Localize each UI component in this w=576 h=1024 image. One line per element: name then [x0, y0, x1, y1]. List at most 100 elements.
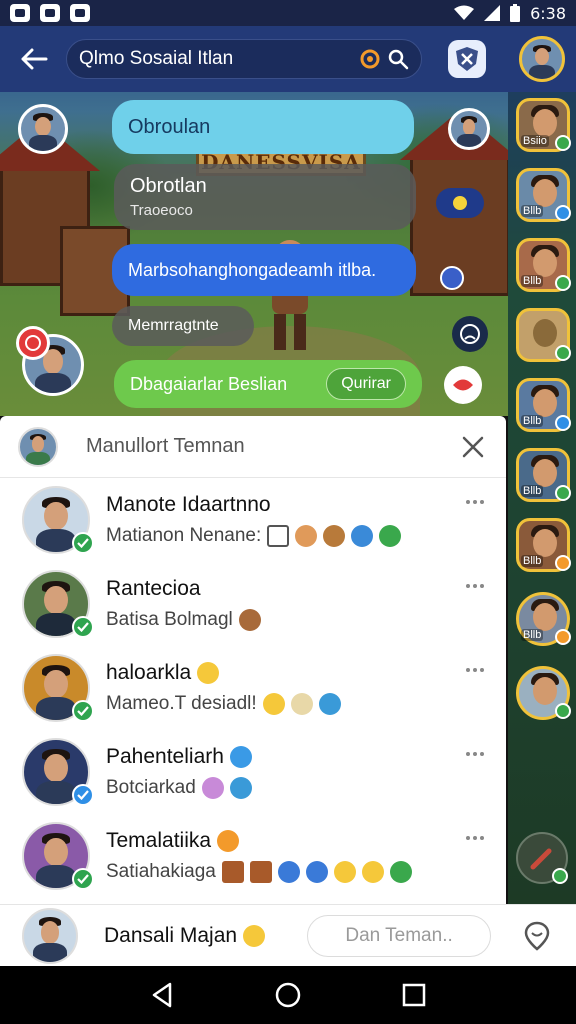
status-bar: 6:38	[0, 0, 576, 26]
system-navigation-bar	[0, 966, 576, 1024]
nav-home-icon[interactable]	[274, 981, 302, 1009]
avatar	[22, 570, 94, 638]
emoji-icon	[295, 525, 318, 547]
friend-name: Temalatiika	[106, 829, 412, 853]
chat-bubble-5[interactable]: Dbagaiarlar Beslian Qurirar	[114, 360, 422, 408]
friend-name: Manote Idaartnno	[106, 493, 271, 516]
emoji-icon	[379, 525, 402, 547]
friend-name: Rantecioa	[106, 577, 201, 600]
search-bar[interactable]: Qlmo Sosaial Itlan	[66, 39, 422, 79]
strip-avatar-6[interactable]: Bllb	[516, 448, 571, 502]
strip-avatar-9[interactable]	[516, 666, 571, 720]
sad-emoji-icon[interactable]	[452, 316, 488, 352]
more-options-icon[interactable]	[466, 584, 486, 590]
friend-row[interactable]: haloarkla Mameo.T desiadl!	[0, 646, 506, 730]
chat-bubble-4[interactable]: Memrragtnte	[112, 306, 254, 346]
emoji-icon	[238, 609, 261, 631]
friend-name: Pahenteliarh	[106, 745, 252, 769]
strip-avatar-7[interactable]: Bllb	[516, 518, 571, 572]
emoji-icon	[290, 693, 313, 715]
location-chat-icon[interactable]	[521, 920, 553, 952]
emoji-icon	[262, 693, 285, 715]
back-arrow-icon	[21, 48, 48, 70]
friend-status: Botciarkad	[106, 777, 196, 798]
clock: 6:38	[530, 3, 566, 23]
close-button[interactable]	[458, 432, 488, 462]
message-notification-icon	[70, 4, 90, 22]
friend-row[interactable]: Manote Idaartnno Matianon Nenane:	[0, 478, 506, 562]
online-check-icon	[72, 868, 94, 890]
friends-panel: Manullort Temnan Manote Idaartnno Matian…	[0, 416, 506, 904]
back-button[interactable]	[14, 39, 54, 79]
more-options-icon[interactable]	[466, 752, 486, 758]
emoji-icon	[229, 777, 252, 799]
more-options-icon[interactable]	[466, 500, 486, 506]
friend-row[interactable]: Temalatiika Satiahakiaga	[0, 814, 506, 898]
wifi-icon	[454, 5, 475, 21]
chat-bubble-1[interactable]: Obroulan	[112, 100, 414, 154]
friend-status: Mameo.T desiadl!	[106, 693, 257, 714]
more-options-icon[interactable]	[466, 836, 486, 842]
strip-avatar-4[interactable]	[516, 308, 571, 362]
online-check-icon	[72, 532, 94, 554]
reaction-count-badge[interactable]	[436, 188, 484, 218]
emoji-icon	[351, 525, 374, 547]
search-text: Qlmo Sosaial Itlan	[79, 48, 234, 69]
chat-action-button[interactable]: Qurirar	[326, 368, 406, 400]
strip-avatar-1[interactable]: Bsiio	[516, 98, 571, 152]
crown-emoji-icon	[243, 924, 266, 947]
online-check-icon	[72, 700, 94, 722]
emoji-icon	[305, 861, 328, 883]
verified-check-icon	[72, 784, 94, 806]
sad-face-badge	[16, 326, 50, 360]
strip-tool-icon[interactable]	[516, 832, 568, 884]
current-user-name: Dansali Majan	[104, 924, 266, 948]
avatar	[22, 738, 94, 806]
search-icon[interactable]	[387, 48, 409, 70]
friend-row[interactable]: Pahenteliarh Botciarkad	[0, 730, 506, 814]
strip-avatar-8[interactable]: Bllb	[516, 592, 571, 646]
smile-emoji-icon	[197, 662, 220, 684]
chat-bubble-3[interactable]: Marbsohanghongadeamh itlba.	[112, 244, 416, 296]
red-record-icon[interactable]	[444, 366, 482, 404]
friend-status: Satiahakiaga	[106, 861, 216, 882]
find-friends-input[interactable]: Dan Teman..	[307, 914, 492, 957]
chat-bubble-icon[interactable]	[359, 48, 381, 70]
notification-icon	[10, 4, 30, 22]
right-friend-strip: Bsiio Bllb Bllb Bllb Bllb Bllb Bllb	[508, 26, 576, 904]
online-check-icon	[72, 616, 94, 638]
emoji-icon	[277, 861, 300, 883]
strip-avatar-3[interactable]: Bllb	[516, 238, 571, 292]
avatar	[22, 486, 94, 554]
send-arrow-icon	[267, 525, 290, 547]
nav-back-icon[interactable]	[150, 982, 174, 1008]
strip-avatar-2[interactable]: Bllb	[516, 168, 571, 222]
sun-emoji-icon	[217, 830, 240, 852]
profile-avatar-button[interactable]	[508, 26, 576, 92]
heart-react-icon[interactable]	[440, 266, 464, 290]
friend-status: Matianon Nenane:	[106, 525, 262, 546]
strip-avatar-5[interactable]: Bllb	[516, 378, 571, 432]
avatar	[22, 654, 94, 722]
friend-row[interactable]: Rantecioa Batisa Bolmagl	[0, 562, 506, 646]
emoji-icon	[333, 861, 356, 883]
chat-avatar-top[interactable]	[18, 104, 68, 154]
chat-bubble-2[interactable]: Obrotlan Traoeoco	[114, 164, 416, 230]
emoji-icon	[318, 693, 341, 715]
close-icon	[462, 436, 484, 457]
nav-recents-icon[interactable]	[402, 983, 426, 1007]
panel-avatar	[18, 426, 58, 467]
chat-avatar-right[interactable]	[448, 108, 490, 150]
game-shield-icon[interactable]	[448, 40, 486, 78]
more-options-icon[interactable]	[466, 668, 486, 674]
emoji-icon	[221, 861, 244, 883]
avatar[interactable]	[22, 907, 78, 964]
friend-status: Batisa Bolmagl	[106, 609, 233, 630]
emoji-icon	[389, 861, 412, 883]
bottom-bar: Dansali Majan Dan Teman..	[0, 904, 576, 966]
signal-icon	[484, 5, 501, 21]
avatar	[22, 822, 94, 890]
friend-name: haloarkla	[106, 661, 341, 685]
image-notification-icon	[40, 4, 60, 22]
top-app-bar: Qlmo Sosaial Itlan	[0, 26, 508, 92]
